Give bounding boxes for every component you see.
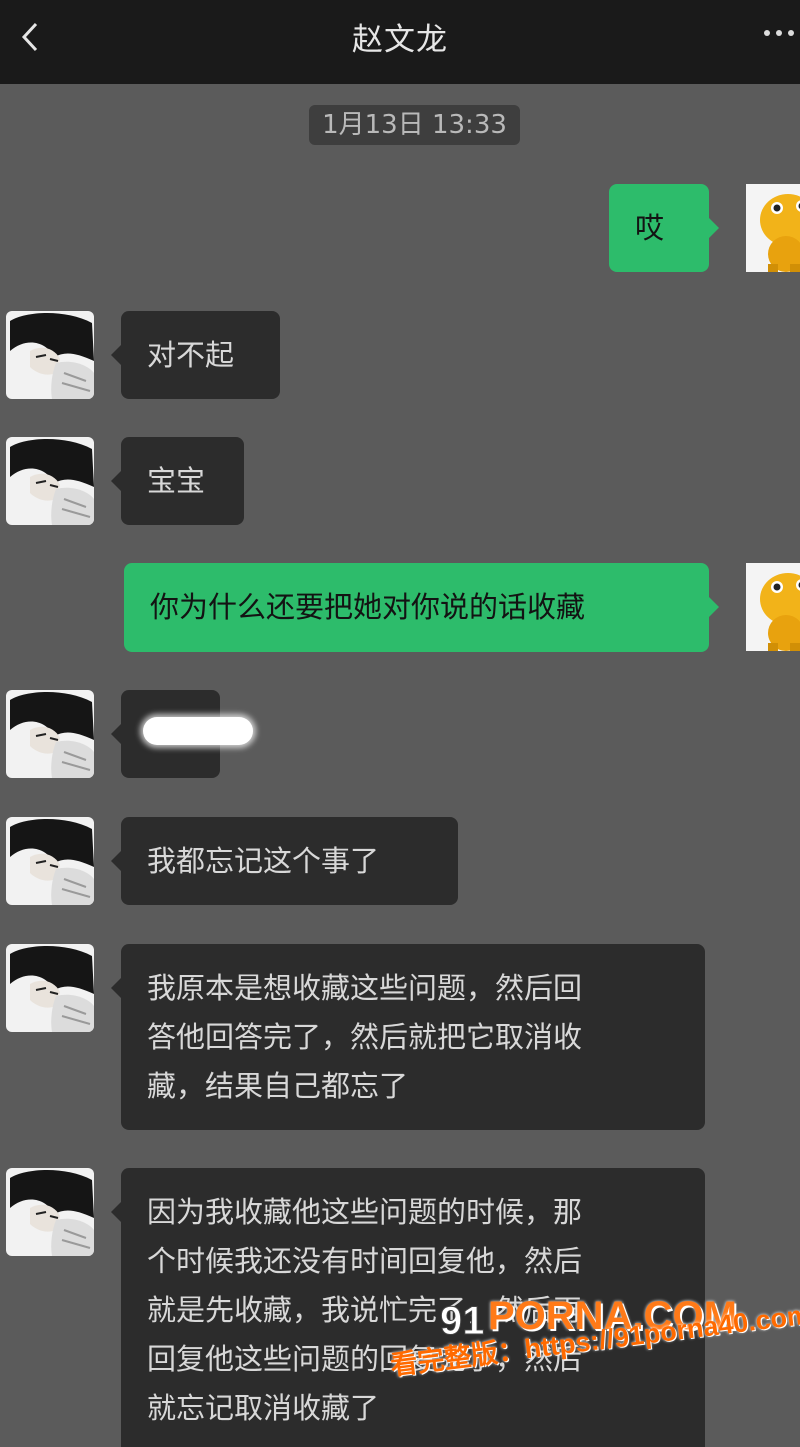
message-text: 哎 — [635, 211, 665, 245]
message-line: 藏，结果自己都忘了 — [147, 1069, 409, 1103]
message-text: 你为什么还要把她对你说的话收藏 — [150, 590, 586, 624]
message-bubble-incoming[interactable]: 因为我收藏他这些问题的时候，那 个时候我还没有时间回复他，然后 就是先收藏，我说… — [111, 1168, 705, 1447]
message-line: 答他回答完了，然后就把它取消收 — [147, 1020, 583, 1054]
message-line: 我原本是想收藏这些问题，然后回 — [147, 971, 583, 1005]
message-line: 就是先收藏，我说忙完了，然后再 — [147, 1293, 583, 1327]
message-bubble-outgoing[interactable]: 哎 — [609, 184, 719, 272]
message-line: 个时候我还没有时间回复他，然后 — [147, 1244, 583, 1278]
message-bubble-incoming[interactable]: 我都忘记这个事了 — [111, 817, 458, 905]
message-line: 因为我收藏他这些问题的时候，那 — [147, 1195, 583, 1229]
contact-avatar[interactable] — [6, 437, 94, 525]
message-line: 回复他这些问题的回复完了，然后 — [147, 1342, 583, 1376]
my-avatar[interactable] — [737, 563, 800, 651]
message-bubble-outgoing[interactable]: 你为什么还要把她对你说的话收藏 — [124, 563, 719, 652]
contact-avatar[interactable] — [6, 1168, 94, 1256]
message-bubble-incoming-redacted[interactable] — [111, 690, 253, 778]
contact-avatar[interactable] — [6, 944, 94, 1032]
contact-avatar[interactable] — [6, 311, 94, 399]
message-bubble-incoming[interactable]: 对不起 — [111, 311, 280, 399]
redaction-mark — [143, 717, 253, 745]
contact-avatar[interactable] — [6, 690, 94, 778]
my-avatar[interactable] — [737, 184, 800, 272]
chat-title: 赵文龙 — [352, 22, 448, 58]
contact-avatar[interactable] — [6, 817, 94, 905]
chat-header: 赵文龙 — [0, 0, 800, 84]
message-bubble-incoming[interactable]: 宝宝 — [111, 437, 244, 525]
message-text: 对不起 — [147, 338, 235, 372]
message-bubble-incoming[interactable]: 我原本是想收藏这些问题，然后回 答他回答完了，然后就把它取消收 藏，结果自己都忘… — [111, 944, 705, 1130]
message-text: 我都忘记这个事了 — [147, 844, 380, 878]
chat-timestamp: 1月13日 13:33 — [309, 105, 520, 145]
more-icon[interactable] — [764, 30, 794, 40]
message-line: 就忘记取消收藏了 — [147, 1391, 380, 1425]
message-text: 宝宝 — [147, 464, 206, 498]
